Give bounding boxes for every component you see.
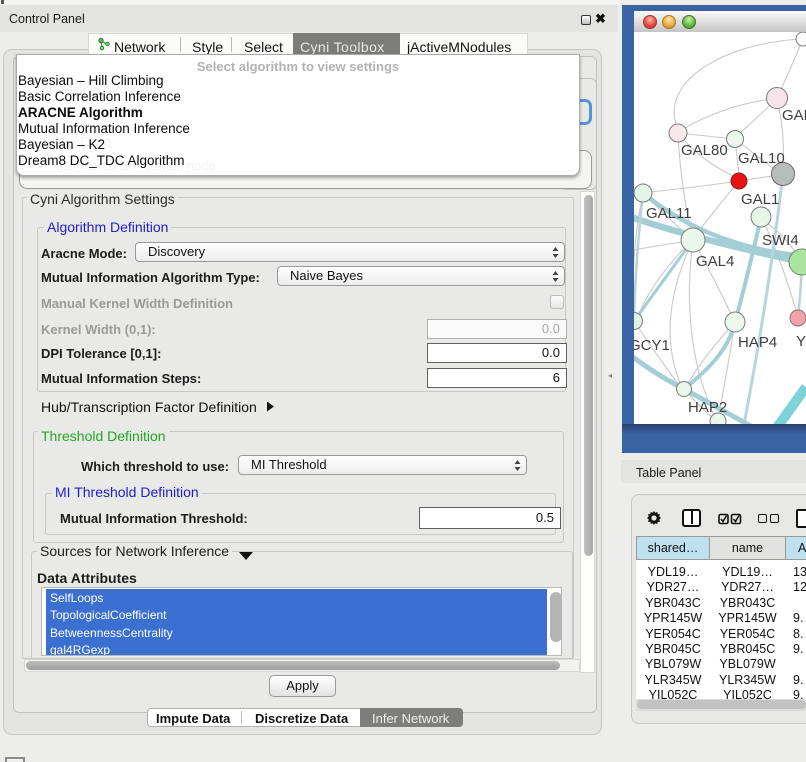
svg-text:GAL10: GAL10 <box>738 150 785 167</box>
svg-text:SWI4: SWI4 <box>762 232 799 249</box>
svg-text:Y: Y <box>796 333 806 350</box>
svg-text:GAL11: GAL11 <box>646 205 692 222</box>
svg-text:GCY1: GCY1 <box>634 337 670 354</box>
svg-text:HAP4: HAP4 <box>738 334 777 351</box>
svg-text:GAL1: GAL1 <box>741 191 779 208</box>
svg-text:HAP2: HAP2 <box>688 399 727 416</box>
svg-text:GAL80: GAL80 <box>681 142 728 159</box>
svg-text:GAL7: GAL7 <box>782 107 806 124</box>
svg-text:GAL4: GAL4 <box>696 253 734 270</box>
